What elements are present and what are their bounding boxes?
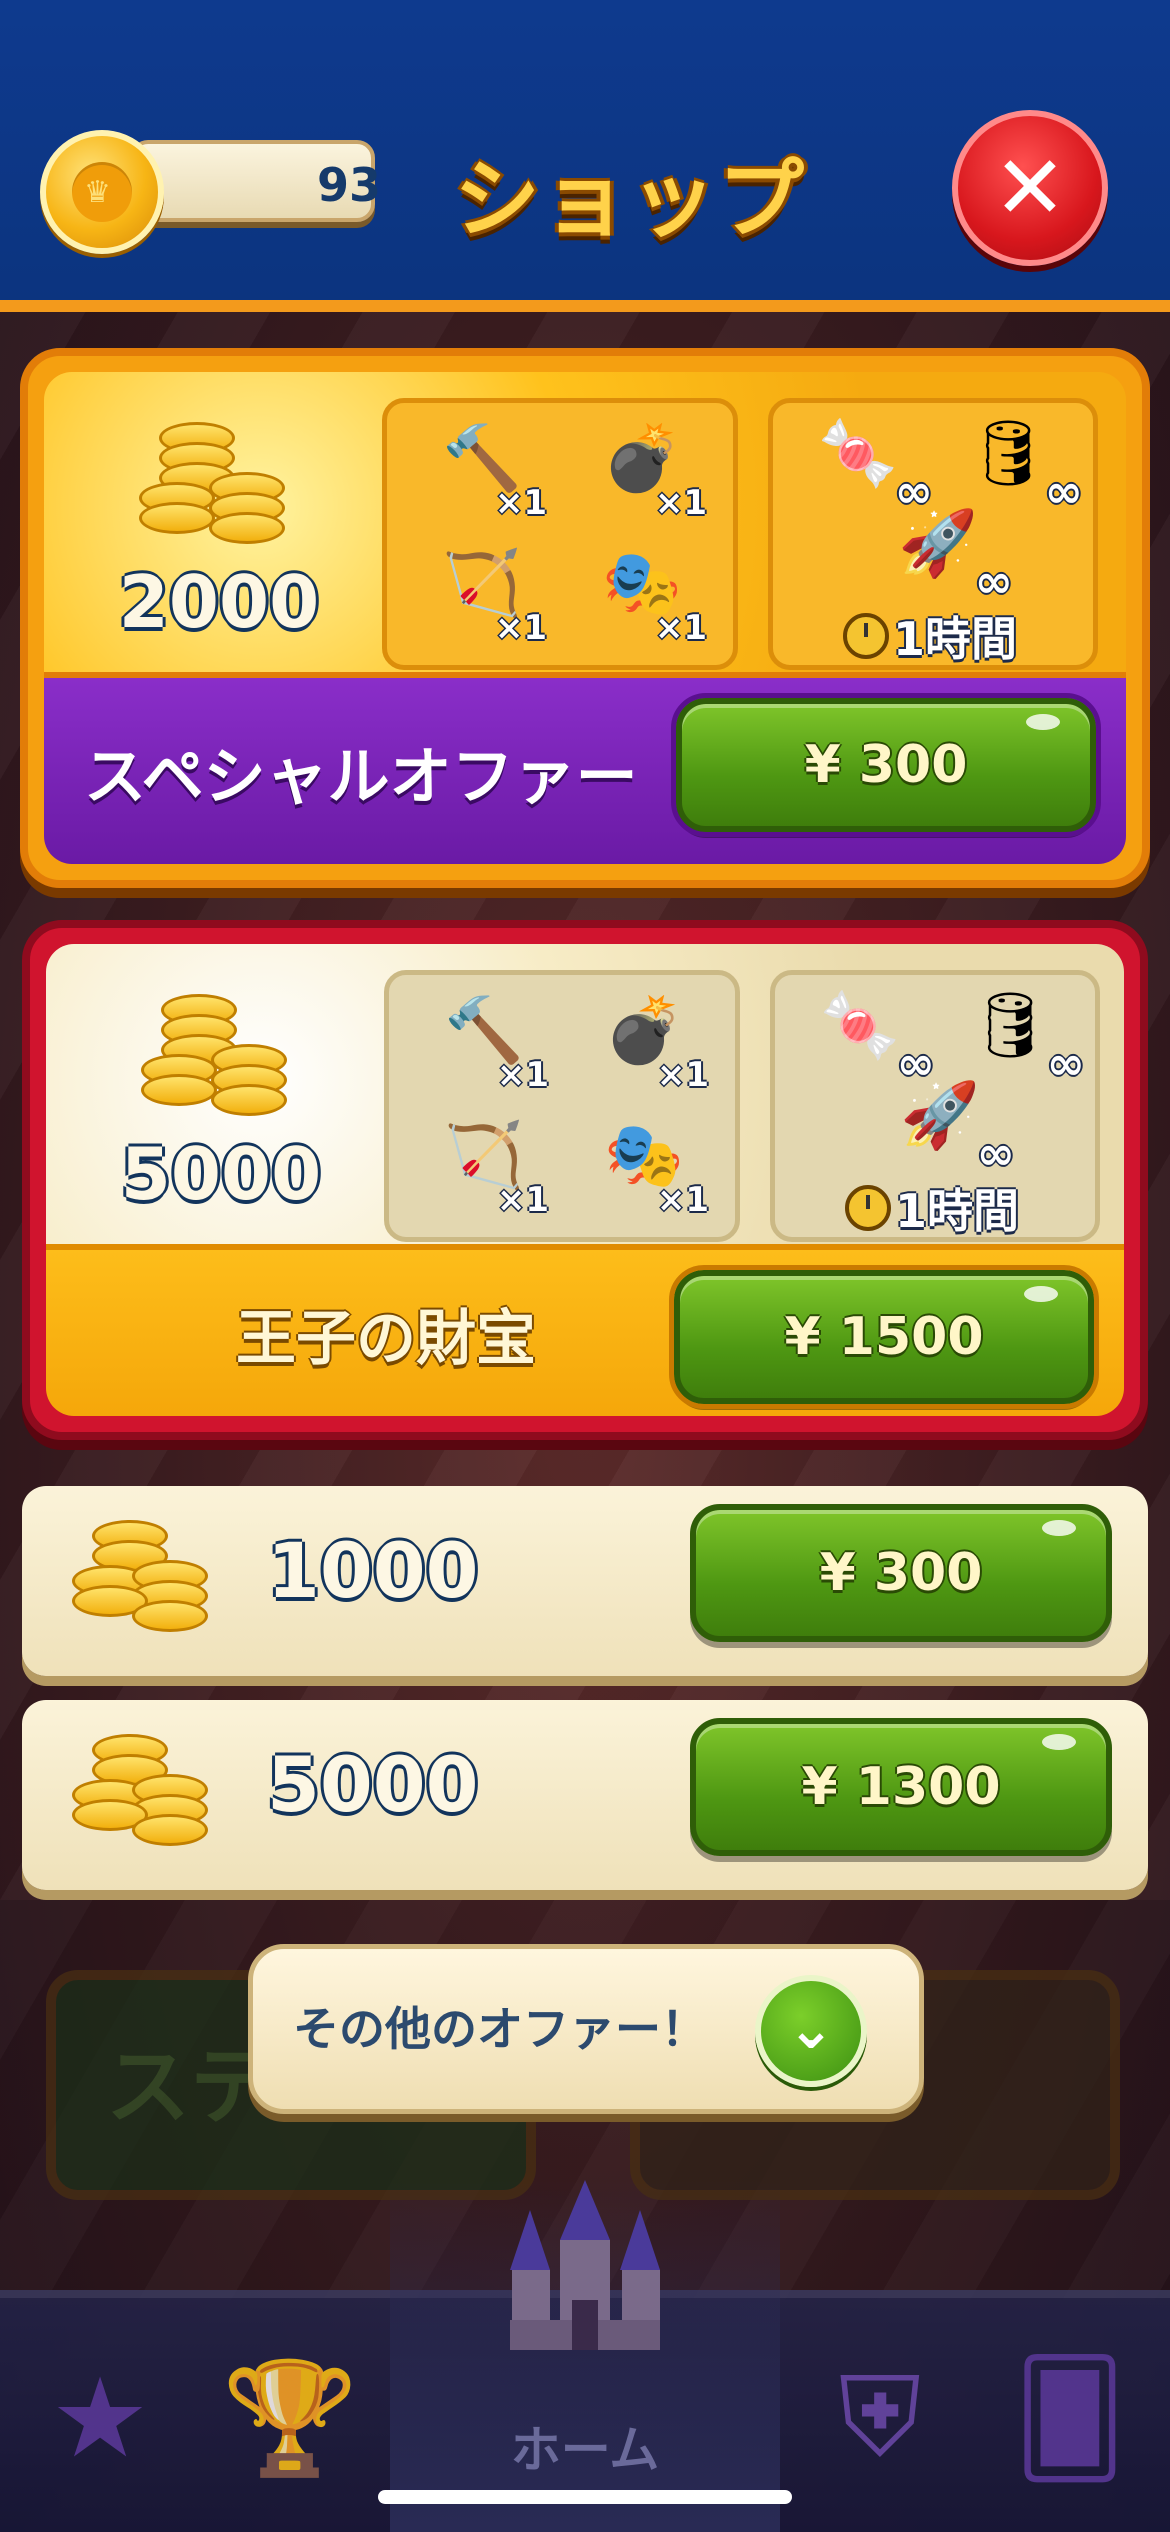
crown-coin-icon: ♛ — [40, 130, 164, 254]
home-label: ホーム — [510, 2421, 660, 2479]
offer-coin-amount: 2000 — [118, 560, 320, 644]
nav-home[interactable]: ホーム — [390, 2180, 780, 2532]
offer-coins: 5000 — [86, 964, 356, 1234]
coin-stack-icon — [72, 1510, 242, 1650]
offer-coins: 2000 — [84, 392, 354, 662]
boosters-box: 🔨 ×1 💣 ×1 🏹 ×1 🎭 ×1 — [382, 398, 738, 670]
unlimited-boosters-box: 🍬 ∞ 🛢 ∞ 🚀 ∞ 1時間 — [770, 970, 1100, 1242]
offer-duration: 1時間 — [843, 603, 1017, 669]
rocket-unlimited: 🚀 ∞ — [875, 1070, 1015, 1181]
cannon-booster: 💣 ×1 — [579, 985, 719, 1096]
coin-stack-icon — [141, 984, 311, 1124]
close-button[interactable]: ✕ — [952, 110, 1108, 266]
unlimited-boosters-box: 🍬 ∞ 🛢 ∞ 🚀 ∞ 1時間 — [768, 398, 1098, 670]
special-offer-card: 2000 🔨 ×1 💣 ×1 🏹 ×1 🎭 ×1 🍬 ∞ 🛢 ∞ 🚀 ∞ 1時間… — [20, 348, 1150, 888]
offer-name: スペシャルオファー — [84, 740, 638, 813]
hammer-booster: 🔨 ×1 — [417, 413, 557, 524]
jester-hat-booster: 🎭 ×1 — [579, 1110, 719, 1221]
buy-special-offer-button[interactable]: ¥ 300 — [671, 693, 1101, 837]
star-book-icon: ★ — [50, 2354, 150, 2482]
offer-name: 王子の財宝 — [236, 1303, 536, 1374]
tnt-barrel-icon: 🛢 — [967, 416, 1049, 491]
offer-coin-amount: 5000 — [120, 1132, 322, 1216]
cards-icon: 🂠 — [1013, 2354, 1127, 2482]
hammer-booster: 🔨 ×1 — [419, 985, 559, 1096]
cannon-booster: 💣 ×1 — [577, 413, 717, 524]
nav-team[interactable]: ⛨ — [790, 2328, 970, 2508]
home-indicator[interactable] — [378, 2490, 792, 2504]
nav-trophy[interactable]: 🏆 — [200, 2328, 380, 2508]
tnt-barrel-icon: 🛢 — [969, 988, 1051, 1063]
chevron-down-icon: ⌄ — [755, 1975, 867, 2087]
coin-count: 93 — [316, 158, 381, 212]
rocket-unlimited: 🚀 ∞ — [873, 498, 1013, 609]
jester-hat-booster: 🎭 ×1 — [577, 538, 717, 649]
pack-coin-amount: 1000 — [267, 1526, 479, 1615]
buy-prince-treasure-button[interactable]: ¥ 1500 — [669, 1265, 1099, 1409]
more-offers-label: その他のオファー！ — [293, 2002, 707, 2056]
coin-stack-icon — [72, 1724, 242, 1864]
candy-bomb-icon: 🍬 — [818, 416, 898, 491]
rocket-icon: 🚀 — [898, 506, 978, 581]
candy-bomb-icon: 🍬 — [820, 988, 900, 1063]
close-icon: ✕ — [993, 136, 1067, 239]
prince-treasure-card: 5000 🔨 ×1 💣 ×1 🏹 ×1 🎭 ×1 🍬 ∞ 🛢 ∞ 🚀 ∞ 1時間… — [22, 920, 1148, 1440]
rocket-icon: 🚀 — [900, 1078, 980, 1153]
offer-footer: 王子の財宝 ¥ 1500 — [46, 1244, 1124, 1416]
buy-1000-coins-button[interactable]: ¥ 300 — [690, 1504, 1112, 1642]
buy-5000-coins-button[interactable]: ¥ 1300 — [690, 1718, 1112, 1856]
bow-booster: 🏹 ×1 — [417, 538, 557, 649]
team-shield-icon: ⛨ — [838, 2353, 922, 2481]
coin-balance-pill: 93 — [130, 140, 381, 222]
offer-footer: スペシャルオファー ¥ 300 — [44, 672, 1126, 864]
offer-contents: 2000 🔨 ×1 💣 ×1 🏹 ×1 🎭 ×1 🍬 ∞ 🛢 ∞ 🚀 ∞ 1時間 — [44, 372, 1126, 672]
castle-icon — [510, 2180, 660, 2350]
offer-duration: 1時間 — [845, 1175, 1019, 1241]
more-offers-button[interactable]: その他のオファー！ ⌄ — [248, 1944, 924, 2114]
pack-coin-amount: 5000 — [267, 1740, 479, 1829]
bow-booster: 🏹 ×1 — [419, 1110, 559, 1221]
coin-stack-icon — [139, 412, 309, 552]
coin-balance: 93 ♛ — [40, 130, 381, 254]
coin-pack-5000: 5000 ¥ 1300 — [22, 1700, 1148, 1890]
shop-header: 93 ♛ ショップ ✕ — [0, 0, 1170, 312]
nav-star-book[interactable]: ★ — [10, 2328, 190, 2508]
clock-icon — [845, 1185, 891, 1231]
page-title: ショップ — [454, 150, 806, 250]
offer-contents: 5000 🔨 ×1 💣 ×1 🏹 ×1 🎭 ×1 🍬 ∞ 🛢 ∞ 🚀 ∞ 1時間 — [46, 944, 1124, 1244]
nav-cards[interactable]: 🂠 — [980, 2328, 1160, 2508]
coin-pack-1000: 1000 ¥ 300 — [22, 1486, 1148, 1676]
trophy-icon: 🏆 — [221, 2353, 359, 2482]
clock-icon — [843, 613, 889, 659]
boosters-box: 🔨 ×1 💣 ×1 🏹 ×1 🎭 ×1 — [384, 970, 740, 1242]
